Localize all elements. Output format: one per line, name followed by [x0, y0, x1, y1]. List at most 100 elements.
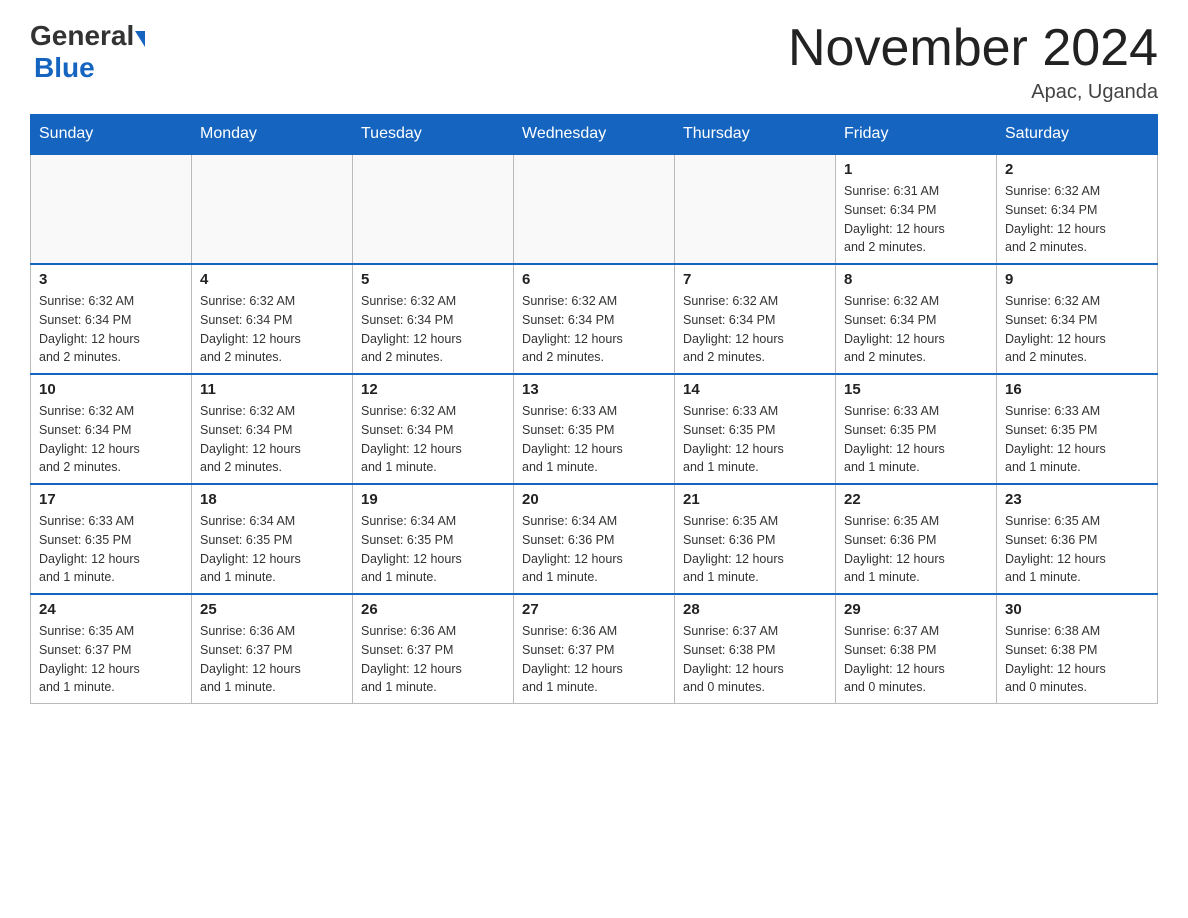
calendar-cell — [675, 154, 836, 264]
day-number: 19 — [361, 491, 505, 508]
day-info: Sunrise: 6:36 AMSunset: 6:37 PMDaylight:… — [522, 622, 666, 697]
day-number: 6 — [522, 271, 666, 288]
logo-blue-text: Blue — [34, 52, 95, 83]
day-info: Sunrise: 6:34 AMSunset: 6:35 PMDaylight:… — [200, 512, 344, 587]
day-info: Sunrise: 6:32 AMSunset: 6:34 PMDaylight:… — [683, 292, 827, 367]
day-number: 13 — [522, 381, 666, 398]
day-info: Sunrise: 6:32 AMSunset: 6:34 PMDaylight:… — [1005, 292, 1149, 367]
day-info: Sunrise: 6:34 AMSunset: 6:36 PMDaylight:… — [522, 512, 666, 587]
calendar-week-row: 1 Sunrise: 6:31 AMSunset: 6:34 PMDaylight… — [31, 154, 1158, 264]
month-title: November 2024 — [788, 20, 1158, 77]
calendar-cell: 18 Sunrise: 6:34 AMSunset: 6:35 PMDayligh… — [192, 484, 353, 594]
day-number: 1 — [844, 161, 988, 178]
calendar-cell: 11Sunrise: 6:32 AMSunset: 6:34 PMDayligh… — [192, 374, 353, 484]
calendar-cell: 2 Sunrise: 6:32 AMSunset: 6:34 PMDaylight… — [997, 154, 1158, 264]
day-info: Sunrise: 6:33 AMSunset: 6:35 PMDaylight:… — [683, 402, 827, 477]
calendar-cell: 3Sunrise: 6:32 AMSunset: 6:34 PMDaylight… — [31, 264, 192, 374]
calendar-cell: 9 Sunrise: 6:32 AMSunset: 6:34 PMDaylight… — [997, 264, 1158, 374]
logo-arrow-icon — [135, 31, 145, 47]
day-number: 15 — [844, 381, 988, 398]
day-info: Sunrise: 6:38 AMSunset: 6:38 PMDaylight:… — [1005, 622, 1149, 697]
calendar-cell: 6 Sunrise: 6:32 AMSunset: 6:34 PMDaylight… — [514, 264, 675, 374]
calendar-cell: 7 Sunrise: 6:32 AMSunset: 6:34 PMDaylight… — [675, 264, 836, 374]
day-info: Sunrise: 6:33 AMSunset: 6:35 PMDaylight:… — [1005, 402, 1149, 477]
calendar-cell: 26Sunrise: 6:36 AMSunset: 6:37 PMDayligh… — [353, 594, 514, 704]
calendar-cell: 1 Sunrise: 6:31 AMSunset: 6:34 PMDaylight… — [836, 154, 997, 264]
calendar-cell: 17 Sunrise: 6:33 AMSunset: 6:35 PMDayligh… — [31, 484, 192, 594]
day-info: Sunrise: 6:32 AMSunset: 6:34 PMDaylight:… — [1005, 182, 1149, 257]
calendar-cell — [31, 154, 192, 264]
day-number: 17 — [39, 491, 183, 508]
day-number: 9 — [1005, 271, 1149, 288]
calendar-day-header: Thursday — [675, 115, 836, 155]
logo-general-text: General — [30, 20, 134, 52]
calendar-cell: 29 Sunrise: 6:37 AMSunset: 6:38 PMDayligh… — [836, 594, 997, 704]
calendar-table: SundayMondayTuesdayWednesdayThursdayFrid… — [30, 114, 1158, 704]
calendar-cell: 19Sunrise: 6:34 AMSunset: 6:35 PMDayligh… — [353, 484, 514, 594]
day-info: Sunrise: 6:36 AMSunset: 6:37 PMDaylight:… — [200, 622, 344, 697]
page-header: General Blue November 2024 Apac, Uganda — [30, 20, 1158, 104]
day-number: 22 — [844, 491, 988, 508]
day-number: 7 — [683, 271, 827, 288]
day-info: Sunrise: 6:32 AMSunset: 6:34 PMDaylight:… — [39, 292, 183, 367]
day-number: 5 — [361, 271, 505, 288]
logo: General Blue — [30, 20, 145, 84]
day-number: 16 — [1005, 381, 1149, 398]
calendar-cell: 4Sunrise: 6:32 AMSunset: 6:34 PMDaylight… — [192, 264, 353, 374]
day-number: 14 — [683, 381, 827, 398]
day-info: Sunrise: 6:32 AMSunset: 6:34 PMDaylight:… — [361, 292, 505, 367]
calendar-day-header: Saturday — [997, 115, 1158, 155]
day-info: Sunrise: 6:37 AMSunset: 6:38 PMDaylight:… — [683, 622, 827, 697]
calendar-cell: 22 Sunrise: 6:35 AMSunset: 6:36 PMDayligh… — [836, 484, 997, 594]
day-number: 21 — [683, 491, 827, 508]
calendar-cell: 23 Sunrise: 6:35 AMSunset: 6:36 PMDayligh… — [997, 484, 1158, 594]
day-info: Sunrise: 6:32 AMSunset: 6:34 PMDaylight:… — [522, 292, 666, 367]
day-number: 24 — [39, 601, 183, 618]
calendar-week-row: 17 Sunrise: 6:33 AMSunset: 6:35 PMDayligh… — [31, 484, 1158, 594]
calendar-cell: 10 Sunrise: 6:32 AMSunset: 6:34 PMDayligh… — [31, 374, 192, 484]
day-number: 25 — [200, 601, 344, 618]
day-info: Sunrise: 6:32 AMSunset: 6:34 PMDaylight:… — [844, 292, 988, 367]
day-number: 10 — [39, 381, 183, 398]
day-number: 30 — [1005, 601, 1149, 618]
day-number: 23 — [1005, 491, 1149, 508]
calendar-cell: 20 Sunrise: 6:34 AMSunset: 6:36 PMDayligh… — [514, 484, 675, 594]
day-info: Sunrise: 6:33 AMSunset: 6:35 PMDaylight:… — [522, 402, 666, 477]
calendar-cell: 25 Sunrise: 6:36 AMSunset: 6:37 PMDayligh… — [192, 594, 353, 704]
calendar-day-header: Wednesday — [514, 115, 675, 155]
calendar-week-row: 24 Sunrise: 6:35 AMSunset: 6:37 PMDayligh… — [31, 594, 1158, 704]
day-info: Sunrise: 6:35 AMSunset: 6:37 PMDaylight:… — [39, 622, 183, 697]
day-number: 18 — [200, 491, 344, 508]
day-number: 4 — [200, 271, 344, 288]
calendar-header-row: SundayMondayTuesdayWednesdayThursdayFrid… — [31, 115, 1158, 155]
title-section: November 2024 Apac, Uganda — [788, 20, 1158, 104]
calendar-day-header: Monday — [192, 115, 353, 155]
calendar-cell: 8Sunrise: 6:32 AMSunset: 6:34 PMDaylight… — [836, 264, 997, 374]
calendar-cell: 14 Sunrise: 6:33 AMSunset: 6:35 PMDayligh… — [675, 374, 836, 484]
day-info: Sunrise: 6:35 AMSunset: 6:36 PMDaylight:… — [683, 512, 827, 587]
calendar-week-row: 10 Sunrise: 6:32 AMSunset: 6:34 PMDayligh… — [31, 374, 1158, 484]
calendar-week-row: 3Sunrise: 6:32 AMSunset: 6:34 PMDaylight… — [31, 264, 1158, 374]
calendar-cell: 12Sunrise: 6:32 AMSunset: 6:34 PMDayligh… — [353, 374, 514, 484]
day-info: Sunrise: 6:32 AMSunset: 6:34 PMDaylight:… — [39, 402, 183, 477]
calendar-cell — [192, 154, 353, 264]
day-info: Sunrise: 6:33 AMSunset: 6:35 PMDaylight:… — [39, 512, 183, 587]
day-info: Sunrise: 6:33 AMSunset: 6:35 PMDaylight:… — [844, 402, 988, 477]
day-number: 2 — [1005, 161, 1149, 178]
calendar-cell: 24 Sunrise: 6:35 AMSunset: 6:37 PMDayligh… — [31, 594, 192, 704]
calendar-cell — [514, 154, 675, 264]
day-number: 12 — [361, 381, 505, 398]
day-info: Sunrise: 6:31 AMSunset: 6:34 PMDaylight:… — [844, 182, 988, 257]
day-info: Sunrise: 6:35 AMSunset: 6:36 PMDaylight:… — [1005, 512, 1149, 587]
day-number: 28 — [683, 601, 827, 618]
day-number: 29 — [844, 601, 988, 618]
calendar-cell — [353, 154, 514, 264]
day-info: Sunrise: 6:35 AMSunset: 6:36 PMDaylight:… — [844, 512, 988, 587]
day-info: Sunrise: 6:36 AMSunset: 6:37 PMDaylight:… — [361, 622, 505, 697]
calendar-cell: 30 Sunrise: 6:38 AMSunset: 6:38 PMDayligh… — [997, 594, 1158, 704]
calendar-cell: 13 Sunrise: 6:33 AMSunset: 6:35 PMDayligh… — [514, 374, 675, 484]
day-number: 20 — [522, 491, 666, 508]
location: Apac, Uganda — [788, 81, 1158, 104]
calendar-day-header: Tuesday — [353, 115, 514, 155]
day-info: Sunrise: 6:37 AMSunset: 6:38 PMDaylight:… — [844, 622, 988, 697]
